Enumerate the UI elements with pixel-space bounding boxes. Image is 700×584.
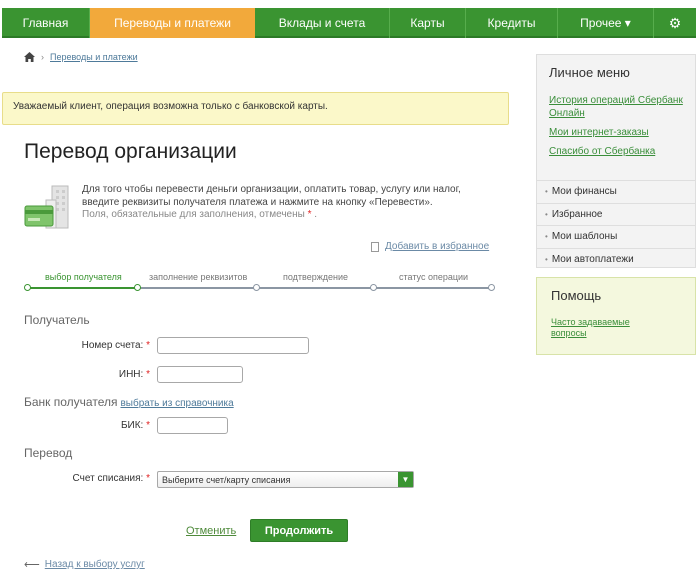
back-to-services-link[interactable]: Назад к выбору услуг <box>45 559 145 570</box>
internet-orders-link[interactable]: Мои интернет-заказы <box>549 126 693 139</box>
step-label-details: заполнение реквизитов <box>149 272 248 282</box>
personal-menu-title: Личное меню <box>549 65 630 80</box>
bank-directory-link[interactable]: выбрать из справочника <box>120 398 233 409</box>
step-dot <box>370 284 377 291</box>
inn-label-text: ИНН: <box>118 369 144 380</box>
menu-item-label: Мои шаблоны <box>551 231 618 243</box>
nav-item-home[interactable]: Главная <box>2 8 90 38</box>
required-star: * <box>146 420 150 431</box>
debit-account-label-text: Счет списания: <box>72 473 144 484</box>
step-label-recipient: выбор получателя <box>45 272 122 282</box>
nav-item-deposits[interactable]: Вклады и счета <box>255 8 390 38</box>
required-star: * <box>307 209 312 220</box>
menu-item-autopayments[interactable]: • Мои автоплатежи <box>537 247 695 271</box>
operations-history-link[interactable]: История операций Сбербанк Онлайн <box>549 94 693 120</box>
debit-account-select-value: Выберите счет/карту списания <box>162 474 291 485</box>
page-title: Перевод организации <box>24 140 237 163</box>
personal-menu: Личное меню История операций Сбербанк Он… <box>536 54 696 268</box>
step-dot <box>24 284 31 291</box>
settings-button[interactable]: ⚙ <box>654 8 696 38</box>
required-star: * <box>146 369 150 380</box>
chevron-down-icon[interactable]: ▼ <box>398 472 413 487</box>
account-number-input[interactable] <box>157 337 309 354</box>
required-star: * <box>146 473 150 484</box>
menu-item-templates[interactable]: • Мои шаблоны <box>537 225 695 248</box>
transfer-section-title: Перевод <box>24 446 73 460</box>
gear-icon: ⚙ <box>668 14 682 31</box>
inn-input[interactable] <box>157 366 243 383</box>
breadcrumb: › Переводы и платежи <box>24 52 138 62</box>
steps-track-done <box>27 287 139 289</box>
breadcrumb-link-transfers[interactable]: Переводы и платежи <box>50 52 138 62</box>
inn-label: ИНН: * <box>40 369 150 380</box>
help-box: Помощь Часто задаваемые вопросы <box>536 277 696 355</box>
home-icon[interactable] <box>24 52 35 62</box>
menu-item-label: Мои финансы <box>551 186 617 198</box>
arrow-left-icon: ⟵ <box>24 559 40 571</box>
breadcrumb-separator: › <box>41 52 44 62</box>
cancel-button[interactable]: Отменить <box>186 525 236 537</box>
step-dot <box>488 284 495 291</box>
menu-item-favorites[interactable]: • Избранное <box>537 202 695 226</box>
bullet-icon: • <box>545 187 548 197</box>
menu-item-label: Избранное <box>551 208 603 220</box>
help-title: Помощь <box>551 288 602 303</box>
required-note: Поля, обязательные для заполнения, отмеч… <box>82 209 305 220</box>
continue-button[interactable]: Продолжить <box>250 519 348 542</box>
faq-link[interactable]: Часто задаваемые вопросы <box>551 317 651 339</box>
bullet-icon: • <box>545 254 548 264</box>
account-number-label: Номер счета: * <box>40 340 150 351</box>
required-note-end: . <box>314 209 318 220</box>
nav-item-cards[interactable]: Карты <box>390 8 466 38</box>
bik-label-text: БИК: <box>120 420 144 431</box>
bullet-icon: • <box>545 209 548 219</box>
menu-item-label: Мои автоплатежи <box>551 253 634 265</box>
personal-menu-list: • Мои финансы • Избранное • Мои шаблоны • Мо… <box>537 180 695 270</box>
add-favorite[interactable]: Добавить в избранное <box>371 241 489 252</box>
account-number-label-text: Номер счета: <box>81 340 144 351</box>
intro-text: Для того чтобы перевести деньги организа… <box>82 184 482 222</box>
menu-item-finances[interactable]: • Мои финансы <box>537 180 695 203</box>
step-dot <box>253 284 260 291</box>
card-only-notice: Уважаемый клиент, операция возможна толь… <box>2 92 509 125</box>
personal-menu-links: История операций Сбербанк Онлайн Мои инт… <box>549 94 693 164</box>
nav-item-transfers[interactable]: Переводы и платежи <box>90 8 255 38</box>
nav-item-other[interactable]: Прочее ▾ <box>558 8 654 38</box>
bullet-icon: • <box>545 232 548 242</box>
bookmark-icon <box>371 241 379 252</box>
top-navigation: Главная Переводы и платежи Вклады и счет… <box>2 8 696 38</box>
organization-icon <box>24 184 74 230</box>
add-favorite-link[interactable]: Добавить в избранное <box>385 241 489 252</box>
recipient-section-title: Получатель <box>24 313 90 327</box>
step-label-status: статус операции <box>399 272 469 282</box>
nav-item-credits[interactable]: Кредиты <box>466 8 558 38</box>
progress-steps: выбор получателя заполнение реквизитов п… <box>24 272 495 296</box>
bank-section-title: Банк получателя выбрать из справочника <box>24 395 234 409</box>
step-dot <box>134 284 141 291</box>
required-star: * <box>146 340 150 351</box>
bik-input[interactable] <box>157 417 228 434</box>
thanks-link[interactable]: Спасибо от Сбербанка <box>549 145 693 158</box>
bank-section-title-text: Банк получателя <box>24 395 118 409</box>
bik-label: БИК: * <box>40 420 150 431</box>
back-to-services[interactable]: ⟵ Назад к выбору услуг <box>24 558 145 571</box>
intro-description: Для того чтобы перевести деньги организа… <box>82 184 461 208</box>
step-label-confirm: подтверждение <box>283 272 349 282</box>
debit-account-label: Счет списания: * <box>30 473 150 484</box>
debit-account-select[interactable]: Выберите счет/карту списания ▼ <box>157 471 414 488</box>
